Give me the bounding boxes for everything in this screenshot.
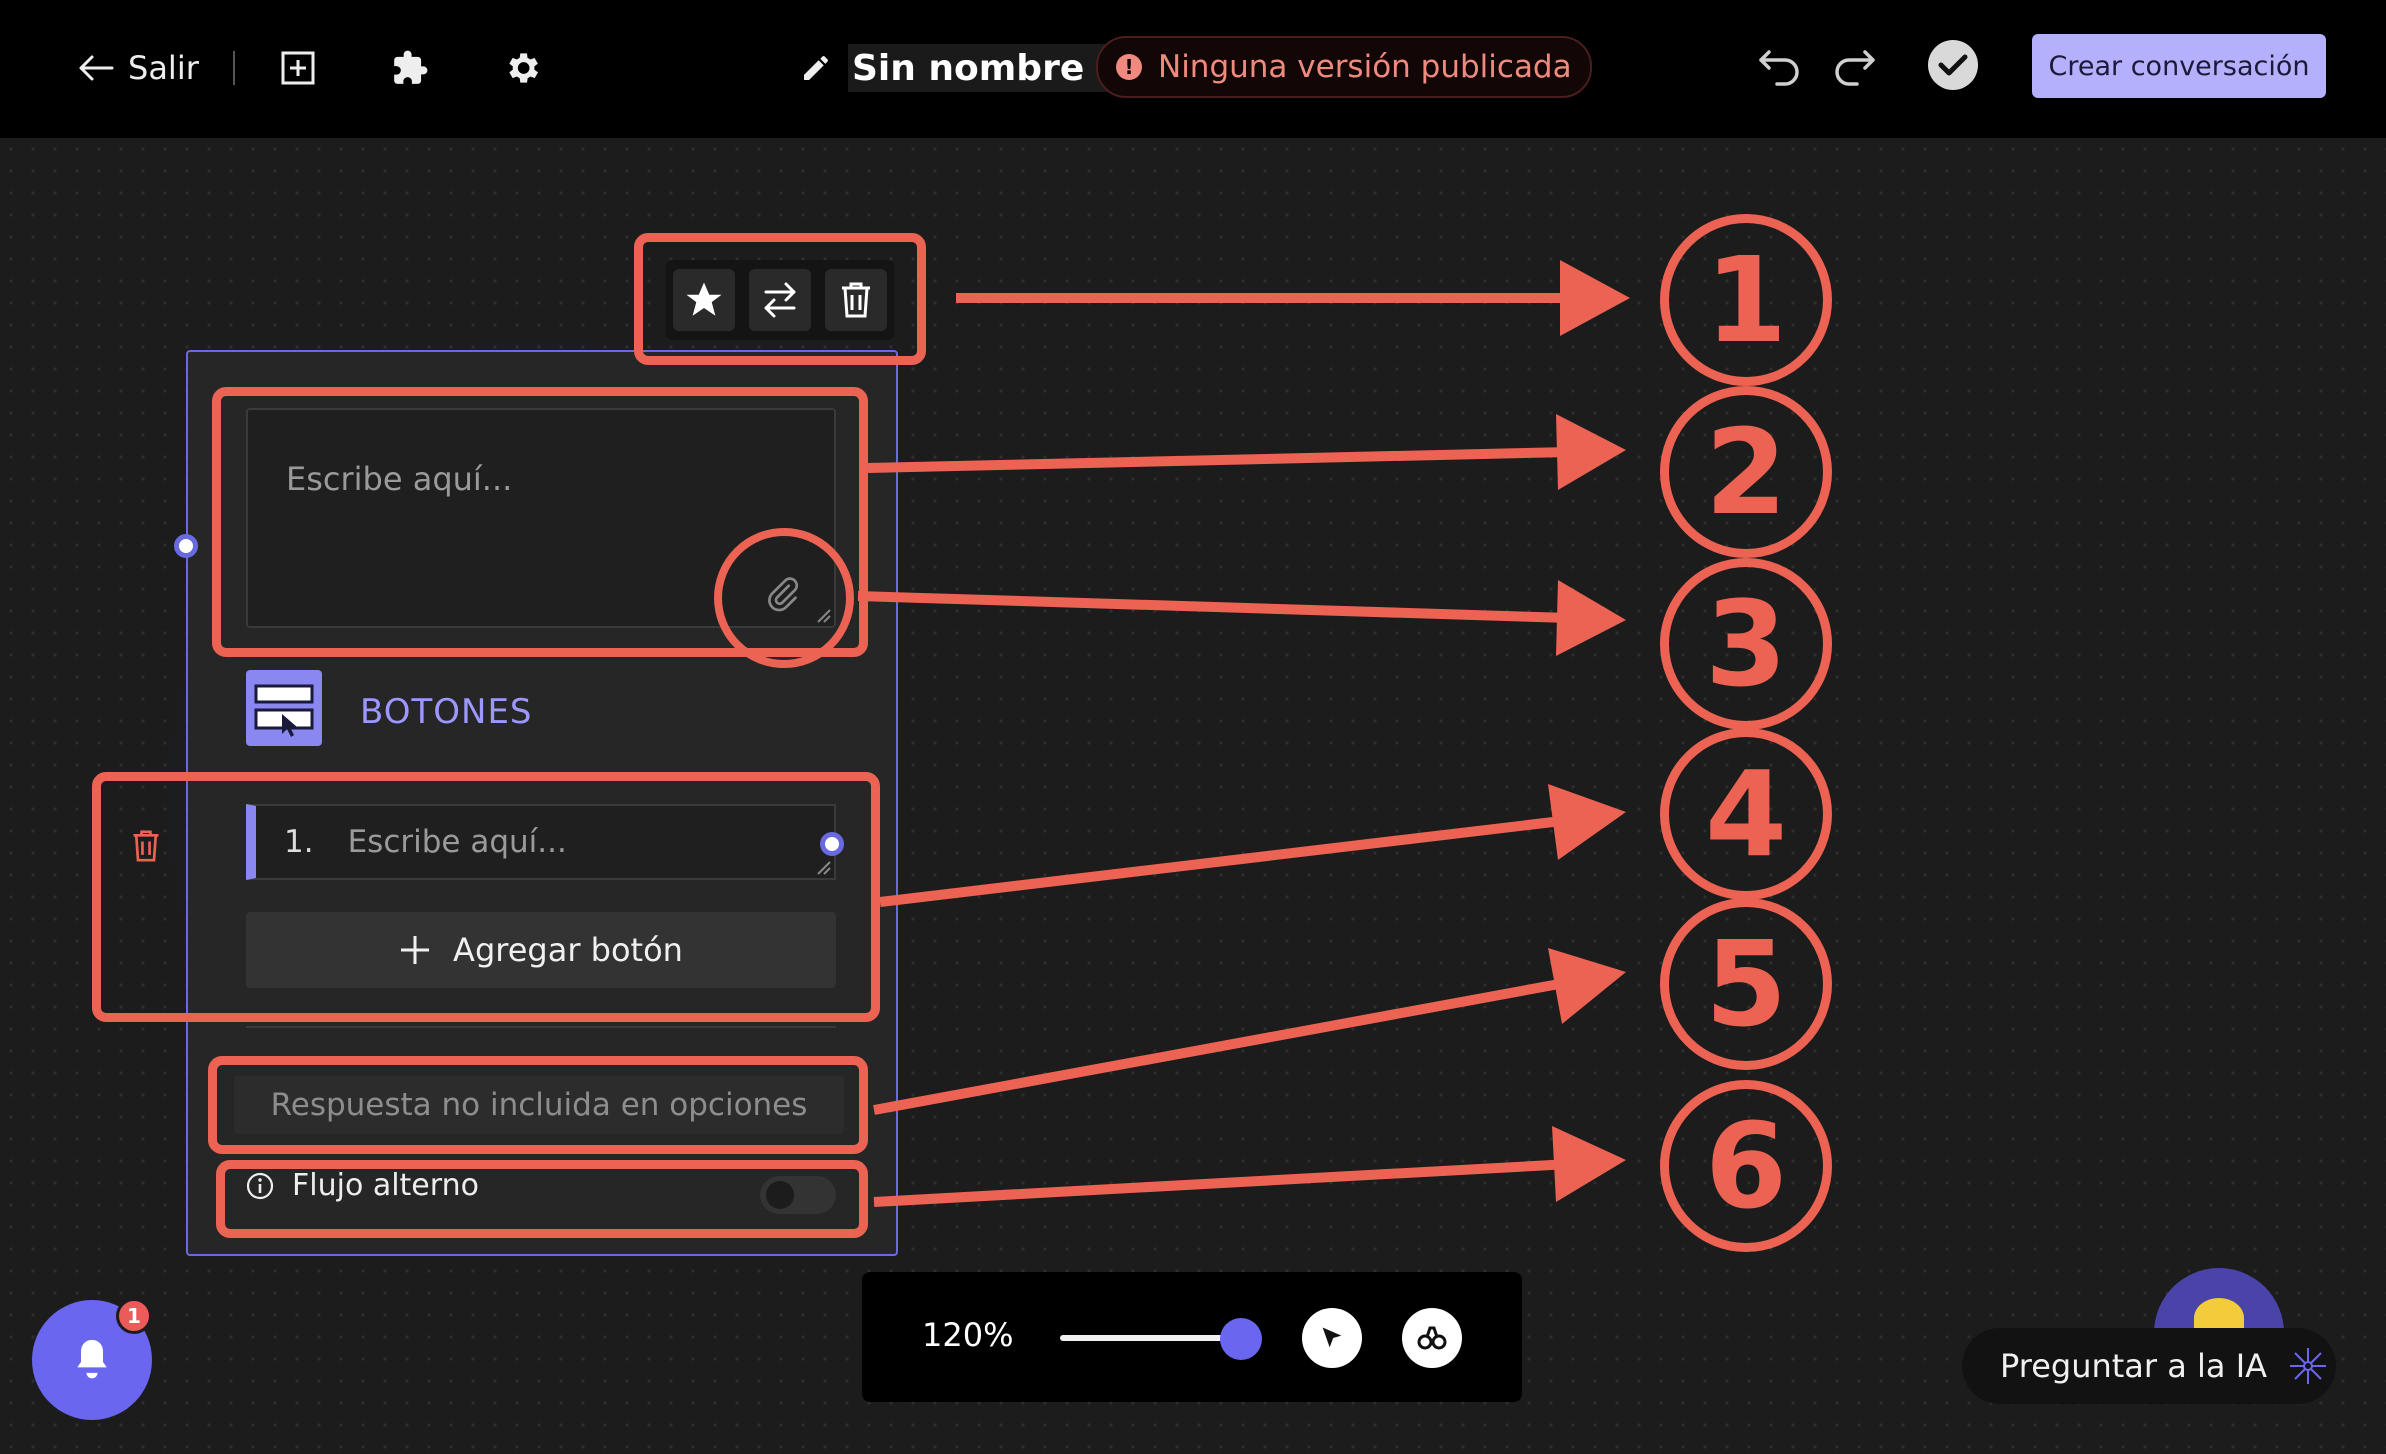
undo-button[interactable]	[1752, 40, 1808, 96]
notification-count-badge: 1	[116, 1298, 152, 1334]
top-bar: Salir Sin nombre ! Ninguna versión publi…	[0, 0, 2386, 138]
publish-status-badge: ! Ninguna versión publicada	[1096, 36, 1592, 98]
zoom-level: 120%	[922, 1316, 1014, 1354]
pencil-icon[interactable]	[800, 52, 832, 84]
annotation-number-4: 4	[1660, 728, 1832, 900]
buttons-section-label: BOTONES	[360, 692, 533, 732]
annotation-circle-3	[714, 528, 854, 668]
zoom-slider-track[interactable]	[1060, 1335, 1242, 1341]
redo-icon	[1835, 50, 1875, 86]
annotation-number-3: 3	[1660, 558, 1832, 730]
status-text: Ninguna versión publicada	[1158, 49, 1572, 85]
binoculars-icon	[1417, 1326, 1447, 1350]
check-icon	[1938, 54, 1968, 76]
buttons-section-icon	[246, 670, 322, 746]
arrow-left-icon	[79, 55, 114, 81]
annotation-number-2: 2	[1660, 386, 1832, 558]
title-area: Sin nombre	[800, 40, 1121, 96]
cursor-icon	[1322, 1327, 1342, 1348]
annotation-number-1: 1	[1660, 214, 1832, 386]
plus-square-icon	[281, 51, 315, 85]
zoom-toolbar: 120%	[862, 1272, 1522, 1402]
annotation-box-4	[92, 772, 880, 1022]
annotation-box-5	[208, 1056, 868, 1154]
annotation-number-6: 6	[1660, 1080, 1832, 1252]
sparkle-network-icon	[2290, 1348, 2327, 1384]
conversation-title[interactable]: Sin nombre	[848, 44, 1121, 92]
add-node-button[interactable]	[270, 40, 326, 96]
alert-icon: !	[1116, 54, 1142, 80]
annotation-box-6	[216, 1160, 868, 1238]
exit-button[interactable]: Salir	[78, 40, 235, 96]
node-input-handle[interactable]	[174, 534, 198, 558]
find-button[interactable]	[1402, 1308, 1462, 1368]
validate-button[interactable]	[1928, 40, 1978, 90]
redo-button[interactable]	[1826, 40, 1882, 96]
ask-ai-label: Preguntar a la IA	[2000, 1347, 2268, 1385]
bell-icon	[77, 1339, 107, 1379]
gear-icon	[509, 53, 538, 83]
select-tool-button[interactable]	[1302, 1308, 1362, 1368]
integrations-button[interactable]	[382, 40, 438, 96]
annotation-number-5: 5	[1660, 898, 1832, 1070]
annotation-box-1	[634, 233, 926, 365]
ask-ai-button[interactable]: Preguntar a la IA	[1962, 1328, 2336, 1404]
zoom-slider-handle[interactable]	[1220, 1318, 1262, 1360]
divider	[232, 51, 235, 85]
puzzle-icon	[394, 50, 428, 84]
section-divider	[246, 1026, 836, 1028]
settings-button[interactable]	[494, 40, 550, 96]
exit-label: Salir	[128, 49, 199, 87]
undo-icon	[1759, 50, 1799, 86]
create-conversation-button[interactable]: Crear conversación	[2032, 34, 2326, 98]
